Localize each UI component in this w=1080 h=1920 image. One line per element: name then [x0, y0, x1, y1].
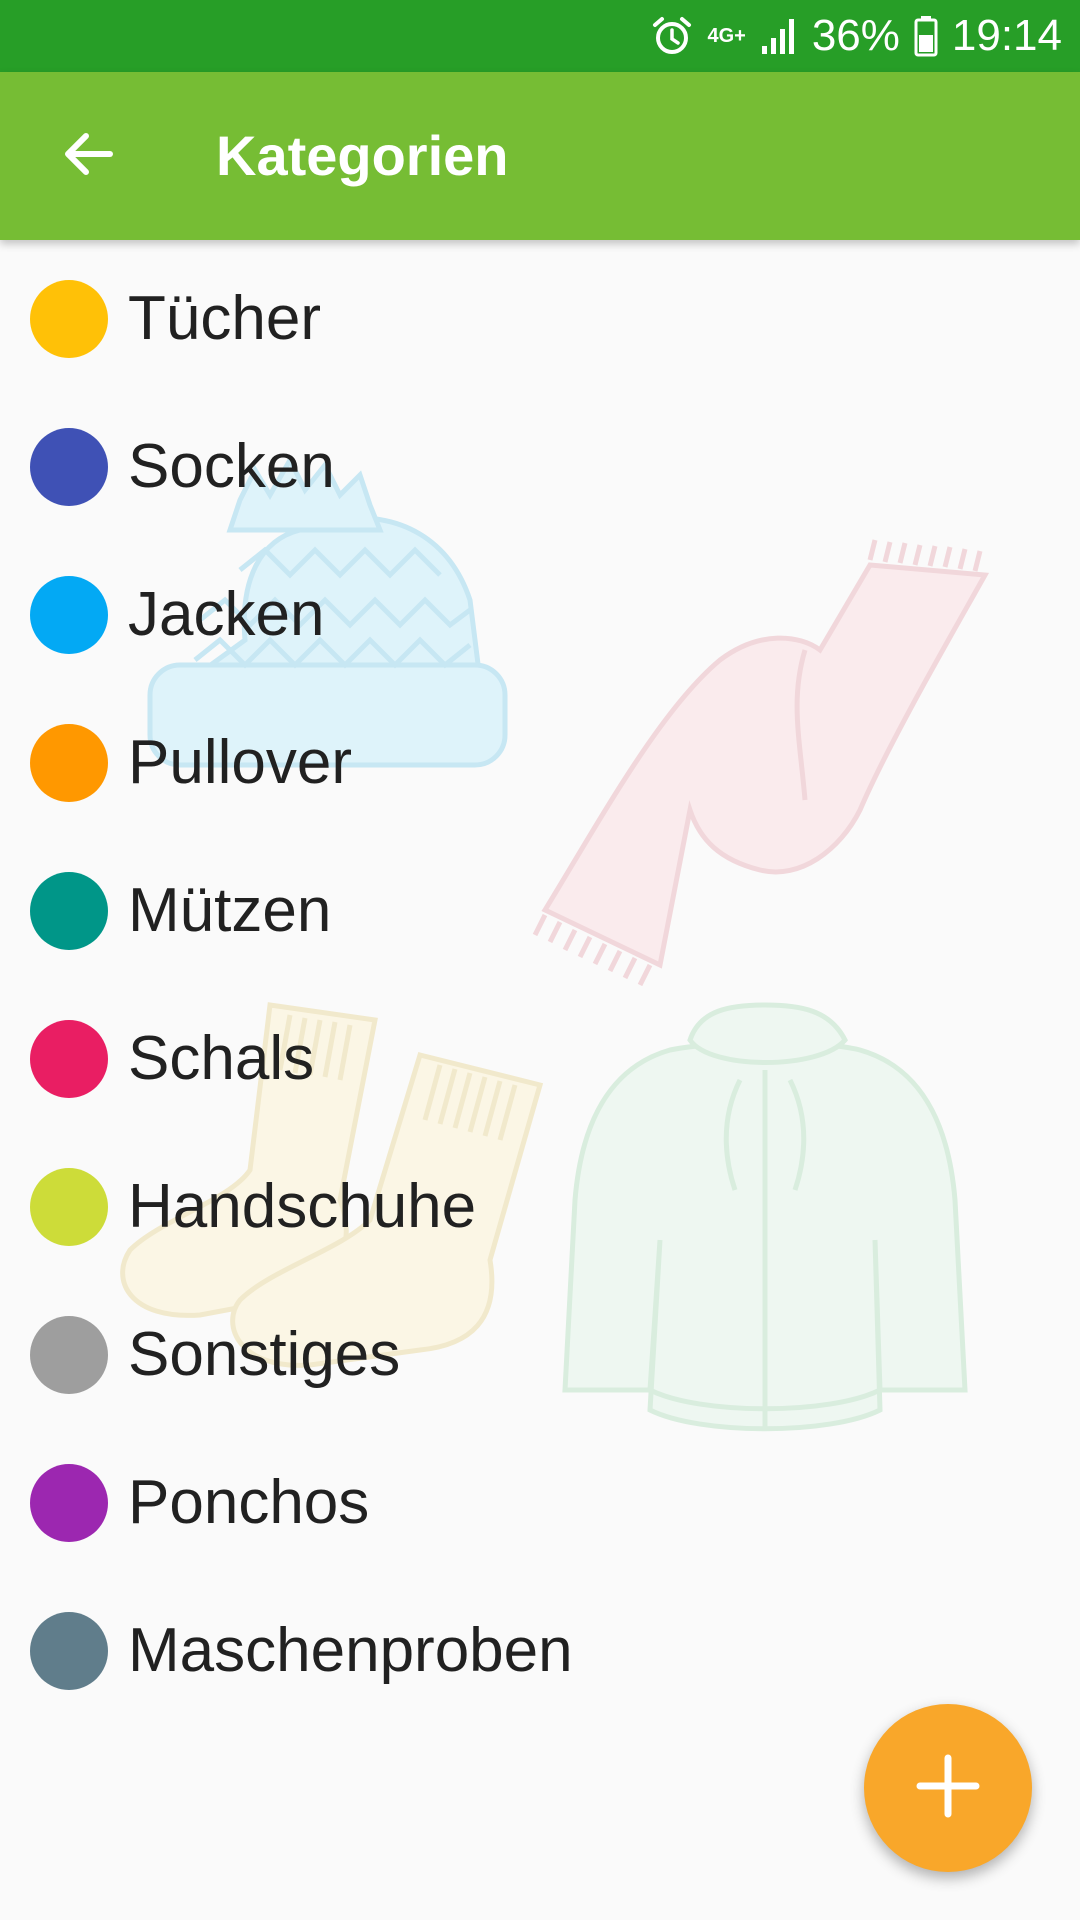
- arrow-back-icon: [60, 126, 116, 187]
- signal-icon: [760, 16, 798, 56]
- status-time: 19:14: [951, 11, 1062, 60]
- category-item[interactable]: Mützen: [0, 837, 1080, 985]
- category-item[interactable]: Jacken: [0, 541, 1080, 689]
- category-color-dot: [30, 428, 108, 506]
- category-color-dot: [30, 280, 108, 358]
- category-label: Jacken: [128, 580, 325, 649]
- category-color-dot: [30, 1168, 108, 1246]
- category-color-dot: [30, 1020, 108, 1098]
- add-category-button[interactable]: [864, 1704, 1032, 1872]
- category-item[interactable]: Ponchos: [0, 1429, 1080, 1577]
- category-list: Tücher Socken Jacken Pullover Mützen Sch…: [0, 245, 1080, 1725]
- category-color-dot: [30, 576, 108, 654]
- category-label: Tücher: [128, 284, 321, 353]
- category-item[interactable]: Socken: [0, 393, 1080, 541]
- category-item[interactable]: Schals: [0, 985, 1080, 1133]
- category-color-dot: [30, 1316, 108, 1394]
- category-item[interactable]: Maschenproben: [0, 1577, 1080, 1725]
- category-label: Handschuhe: [128, 1172, 477, 1241]
- category-item[interactable]: Handschuhe: [0, 1133, 1080, 1281]
- category-color-dot: [30, 724, 108, 802]
- category-label: Mützen: [128, 876, 332, 945]
- category-label: Maschenproben: [128, 1616, 573, 1685]
- page-title: Kategorien: [216, 124, 509, 187]
- category-item[interactable]: Pullover: [0, 689, 1080, 837]
- category-label: Ponchos: [128, 1468, 370, 1537]
- category-item[interactable]: Sonstiges: [0, 1281, 1080, 1429]
- category-item[interactable]: Tücher: [0, 245, 1080, 393]
- toolbar: Kategorien: [0, 72, 1080, 240]
- plus-icon: [908, 1746, 988, 1831]
- category-color-dot: [30, 872, 108, 950]
- category-label: Schals: [128, 1024, 315, 1093]
- category-label: Socken: [128, 432, 335, 501]
- battery-icon: [914, 15, 938, 57]
- category-label: Sonstiges: [128, 1320, 401, 1389]
- status-icons: 4G+ 36% 19:14: [651, 0, 1062, 72]
- status-bar: 4G+ 36% 19:14: [0, 0, 1080, 72]
- back-button[interactable]: [44, 112, 132, 200]
- alarm-icon: [651, 15, 693, 57]
- network-type: 4G+: [707, 25, 746, 47]
- battery-percent: 36%: [811, 11, 900, 60]
- category-color-dot: [30, 1612, 108, 1690]
- category-color-dot: [30, 1464, 108, 1542]
- category-label: Pullover: [128, 728, 352, 797]
